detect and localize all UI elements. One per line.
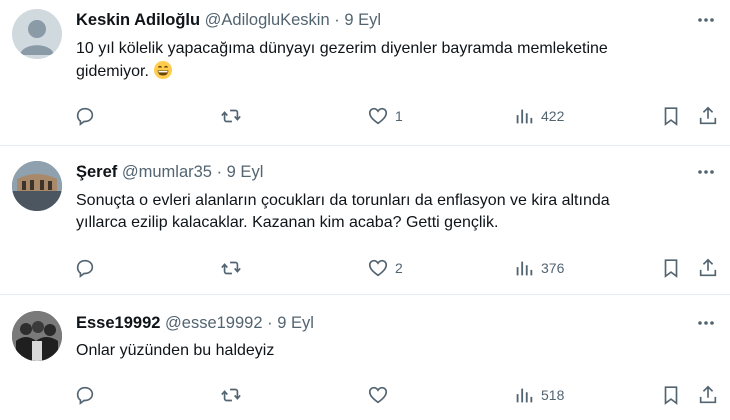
tweet-header: Keskin Adiloğlu @AdilogluKeskin · 9 Eyl	[76, 10, 680, 30]
heart-icon	[368, 107, 388, 125]
share-button[interactable]	[697, 383, 719, 407]
views-button[interactable]: 422	[513, 104, 564, 128]
tweet-text-fragment: gidemiyor.	[76, 63, 149, 80]
retweet-button[interactable]	[220, 256, 248, 280]
tweet-actions: 518	[0, 383, 730, 407]
view-count: 376	[541, 260, 565, 276]
tweet-actions: 2 376	[0, 256, 730, 280]
analytics-icon	[516, 261, 533, 276]
tweet-actions: 1 422	[0, 104, 730, 128]
tweet-feed: Keskin Adiloğlu @AdilogluKeskin · 9 Eyl …	[0, 0, 730, 420]
reply-button[interactable]	[74, 256, 102, 280]
tweet-text-line: Sonuçta o evleri alanların çocukları da …	[76, 192, 610, 209]
view-count: 518	[541, 387, 565, 403]
like-count: 2	[395, 260, 403, 276]
share-icon	[699, 258, 717, 277]
retweet-icon	[221, 388, 241, 402]
like-button[interactable]: 2	[367, 256, 403, 280]
tweet-header: Şeref @mumlar35 · 9 Eyl	[76, 162, 680, 182]
avatar-default[interactable]	[12, 9, 62, 59]
retweet-button[interactable]	[220, 104, 248, 128]
more-options-icon[interactable]	[696, 10, 716, 30]
share-icon	[699, 106, 717, 125]
like-button[interactable]: 1	[367, 104, 403, 128]
tweet-text-line: 10 yıl kölelik yapacağıma dünyayı gezeri…	[76, 40, 608, 57]
views-button[interactable]: 518	[513, 383, 564, 407]
avatar-photo[interactable]	[12, 311, 62, 361]
share-button[interactable]	[697, 256, 719, 280]
tweet-date[interactable]: 9 Eyl	[344, 11, 381, 29]
author-name[interactable]: Esse19992	[76, 314, 160, 332]
separator-dot: ·	[216, 163, 223, 181]
analytics-icon	[516, 109, 533, 124]
tweet-text-line: gidemiyor.	[76, 60, 716, 87]
heart-icon	[368, 386, 388, 404]
heart-icon	[368, 259, 388, 277]
separator-dot: ·	[267, 314, 273, 332]
tweet-date[interactable]: 9 Eyl	[277, 314, 314, 332]
bookmark-icon	[664, 107, 678, 126]
bookmark-button[interactable]	[660, 383, 682, 407]
retweet-button[interactable]	[220, 383, 248, 407]
bookmark-button[interactable]	[660, 104, 682, 128]
reply-button[interactable]	[74, 104, 102, 128]
view-count: 422	[541, 108, 565, 124]
tweet-text-line: yıllarca ezilip kalacaklar. Kazanan kim …	[76, 214, 499, 231]
tweet[interactable]: Keskin Adiloğlu @AdilogluKeskin · 9 Eyl …	[0, 0, 730, 146]
reply-icon	[76, 386, 94, 405]
author-name[interactable]: Keskin Adiloğlu	[76, 11, 200, 29]
tweet-date[interactable]: 9 Eyl	[227, 163, 264, 181]
share-button[interactable]	[697, 104, 719, 128]
analytics-icon	[516, 388, 533, 403]
retweet-icon	[221, 261, 241, 275]
grinning-face-emoji-icon	[153, 60, 173, 87]
tweet-header: Esse19992 @esse19992 · 9 Eyl	[76, 313, 680, 333]
tweet-text: Onlar yüzünden bu haldeyiz	[76, 340, 716, 362]
author-handle[interactable]: @esse19992	[165, 314, 263, 332]
author-name[interactable]: Şeref	[76, 163, 117, 181]
tweet-text-line: Onlar yüzünden bu haldeyiz	[76, 342, 275, 359]
more-options-icon[interactable]	[696, 162, 716, 182]
bookmark-button[interactable]	[660, 256, 682, 280]
bookmark-icon	[664, 386, 678, 405]
like-count: 1	[395, 108, 403, 124]
like-button[interactable]	[367, 383, 395, 407]
share-icon	[699, 385, 717, 404]
retweet-icon	[221, 109, 241, 123]
separator-dot: ·	[334, 11, 340, 29]
reply-button[interactable]	[74, 383, 102, 407]
views-button[interactable]: 376	[513, 256, 564, 280]
tweet-text: 10 yıl kölelik yapacağıma dünyayı gezeri…	[76, 38, 716, 87]
reply-icon	[76, 107, 94, 126]
more-options-icon[interactable]	[696, 313, 716, 333]
tweet[interactable]: Esse19992 @esse19992 · 9 Eyl Onlar yüzün…	[0, 295, 730, 420]
tweet[interactable]: Şeref @mumlar35 · 9 Eyl Sonuçta o evleri…	[0, 146, 730, 295]
bookmark-icon	[664, 259, 678, 278]
avatar-photo[interactable]	[12, 161, 62, 211]
tweet-text: Sonuçta o evleri alanların çocukları da …	[76, 190, 716, 234]
author-handle[interactable]: @mumlar35	[122, 163, 212, 181]
reply-icon	[76, 259, 94, 278]
author-handle[interactable]: @AdilogluKeskin	[205, 11, 330, 29]
